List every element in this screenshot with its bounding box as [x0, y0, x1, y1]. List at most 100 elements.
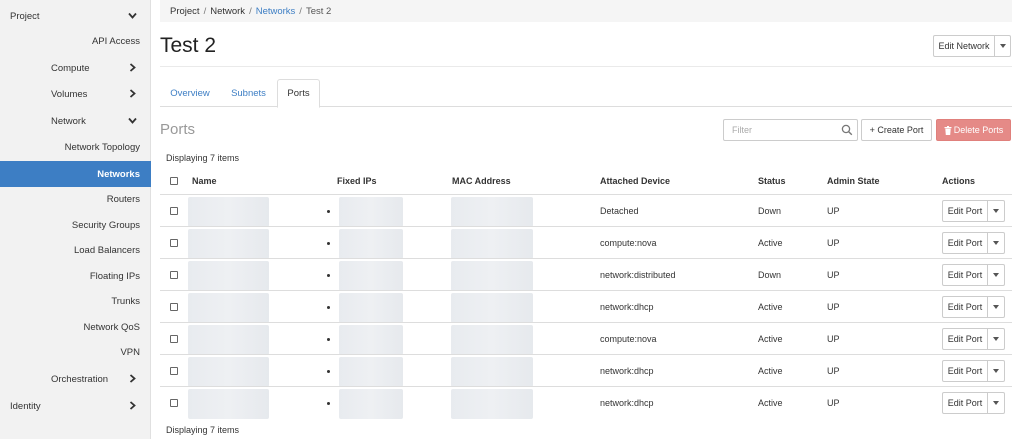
sidebar-item-network[interactable]: Network	[0, 108, 151, 134]
sidebar-item-label: Network Topology	[64, 141, 140, 153]
edit-port-button[interactable]: Edit Port	[942, 360, 988, 382]
col-mac-address[interactable]: MAC Address	[452, 168, 511, 194]
caret-down-icon	[993, 273, 999, 277]
sidebar-item-identity[interactable]: Identity	[0, 393, 151, 419]
row-checkbox[interactable]	[170, 206, 178, 215]
port-name-redacted	[188, 325, 269, 355]
tab-ports[interactable]: Ports	[277, 79, 320, 108]
sidebar-item-vpn[interactable]: VPN	[0, 339, 151, 365]
list-bullet	[327, 242, 330, 245]
admin-state: UP	[827, 333, 840, 344]
fixed-ip-redacted	[339, 389, 403, 419]
sidebar-item-network-topology[interactable]: Network Topology	[0, 134, 151, 160]
create-port-button[interactable]: + Create Port	[861, 119, 932, 141]
sidebar-item-compute[interactable]: Compute	[0, 55, 151, 81]
edit-port-dropdown-toggle[interactable]	[988, 392, 1005, 414]
row-checkbox[interactable]	[170, 334, 178, 343]
table-header: Name Fixed IPs MAC Address Attached Devi…	[160, 168, 1012, 194]
admin-state: UP	[827, 237, 840, 248]
row-checkbox[interactable]	[170, 398, 178, 407]
edit-port-button[interactable]: Edit Port	[942, 296, 988, 318]
fixed-ip-redacted	[339, 261, 403, 291]
row-checkbox[interactable]	[170, 302, 178, 311]
sidebar-item-orchestration[interactable]: Orchestration	[0, 366, 151, 392]
table-row: network:dhcp Active UP Edit Port	[160, 354, 1012, 387]
sidebar-item-api-access[interactable]: API Access	[0, 28, 151, 54]
edit-network-dropdown-toggle[interactable]	[995, 35, 1011, 57]
row-checkbox[interactable]	[170, 366, 178, 375]
delete-ports-button[interactable]: Delete Ports	[936, 119, 1011, 141]
sidebar-item-security-groups[interactable]: Security Groups	[0, 212, 151, 238]
col-status[interactable]: Status	[758, 168, 786, 194]
caret-down-icon	[993, 241, 999, 245]
sidebar-item-network-qos[interactable]: Network QoS	[0, 314, 151, 340]
table-row: compute:nova Active UP Edit Port	[160, 322, 1012, 355]
sidebar-item-label: Compute	[51, 62, 90, 74]
sidebar-item-label: Floating IPs	[89, 270, 140, 282]
list-bullet	[327, 402, 330, 405]
sidebar-item-label: Routers	[106, 193, 140, 205]
sidebar-item-trunks[interactable]: Trunks	[0, 288, 151, 314]
attached-device: compute:nova	[600, 237, 657, 248]
mac-address-redacted	[451, 389, 533, 419]
sidebar-item-networks[interactable]: Networks	[0, 161, 151, 187]
edit-port-dropdown-toggle[interactable]	[988, 264, 1005, 286]
edit-port-button[interactable]: Edit Port	[942, 392, 988, 414]
chevron-down-icon	[128, 117, 137, 124]
sidebar-item-label: Volumes	[51, 88, 88, 100]
mac-address-redacted	[451, 325, 533, 355]
list-bullet	[327, 306, 330, 309]
sidebar-item-label: VPN	[120, 346, 140, 358]
trash-icon	[944, 125, 952, 135]
status: Down	[758, 269, 782, 280]
sidebar-item-label: Network QoS	[83, 321, 141, 333]
mac-address-redacted	[451, 293, 533, 323]
breadcrumb-networks-link[interactable]: Networks	[256, 6, 296, 17]
edit-port-button[interactable]: Edit Port	[942, 264, 988, 286]
sidebar-item-project[interactable]: Project	[0, 3, 151, 29]
sidebar-item-label: Networks	[97, 168, 140, 180]
edit-port-dropdown-toggle[interactable]	[988, 232, 1005, 254]
search-icon[interactable]	[841, 124, 853, 136]
sidebar-item-volumes[interactable]: Volumes	[0, 81, 151, 107]
select-all-checkbox[interactable]	[170, 177, 178, 185]
mac-address-redacted	[451, 357, 533, 387]
edit-port-dropdown-toggle[interactable]	[988, 360, 1005, 382]
caret-down-icon	[993, 305, 999, 309]
filter-input[interactable]	[723, 119, 858, 141]
table-row: network:dhcp Active UP Edit Port	[160, 386, 1012, 419]
edit-port-dropdown-toggle[interactable]	[988, 200, 1005, 222]
fixed-ip-redacted	[339, 197, 403, 227]
chevron-right-icon	[129, 374, 136, 383]
col-attached-device[interactable]: Attached Device	[600, 168, 670, 194]
status: Active	[758, 301, 783, 312]
row-checkbox[interactable]	[170, 238, 178, 247]
port-name-redacted	[188, 197, 269, 227]
sidebar-item-routers[interactable]: Routers	[0, 186, 151, 212]
edit-port-button[interactable]: Edit Port	[942, 328, 988, 350]
row-checkbox[interactable]	[170, 270, 178, 279]
edit-port-dropdown-toggle[interactable]	[988, 328, 1005, 350]
mac-address-redacted	[451, 261, 533, 291]
edit-network-button[interactable]: Edit Network	[933, 35, 995, 57]
chevron-right-icon	[129, 63, 136, 72]
tab-subnets[interactable]: Subnets	[221, 79, 276, 107]
table-row: network:dhcp Active UP Edit Port	[160, 290, 1012, 323]
sidebar-item-load-balancers[interactable]: Load Balancers	[0, 237, 151, 263]
attached-device: compute:nova	[600, 333, 657, 344]
list-bullet	[327, 274, 330, 277]
edit-port-button[interactable]: Edit Port	[942, 232, 988, 254]
admin-state: UP	[827, 301, 840, 312]
col-admin-state[interactable]: Admin State	[827, 168, 880, 194]
breadcrumb-current: Test 2	[305, 5, 332, 17]
edit-port-button[interactable]: Edit Port	[942, 200, 988, 222]
tab-overview[interactable]: Overview	[160, 79, 220, 107]
admin-state: UP	[827, 205, 840, 216]
edit-port-dropdown-toggle[interactable]	[988, 296, 1005, 318]
mac-address-redacted	[451, 197, 533, 227]
col-fixed-ips[interactable]: Fixed IPs	[337, 168, 377, 194]
col-name[interactable]: Name	[192, 168, 217, 194]
sidebar-item-floating-ips[interactable]: Floating IPs	[0, 263, 151, 289]
list-bullet	[327, 338, 330, 341]
breadcrumb-separator: /	[299, 5, 302, 17]
